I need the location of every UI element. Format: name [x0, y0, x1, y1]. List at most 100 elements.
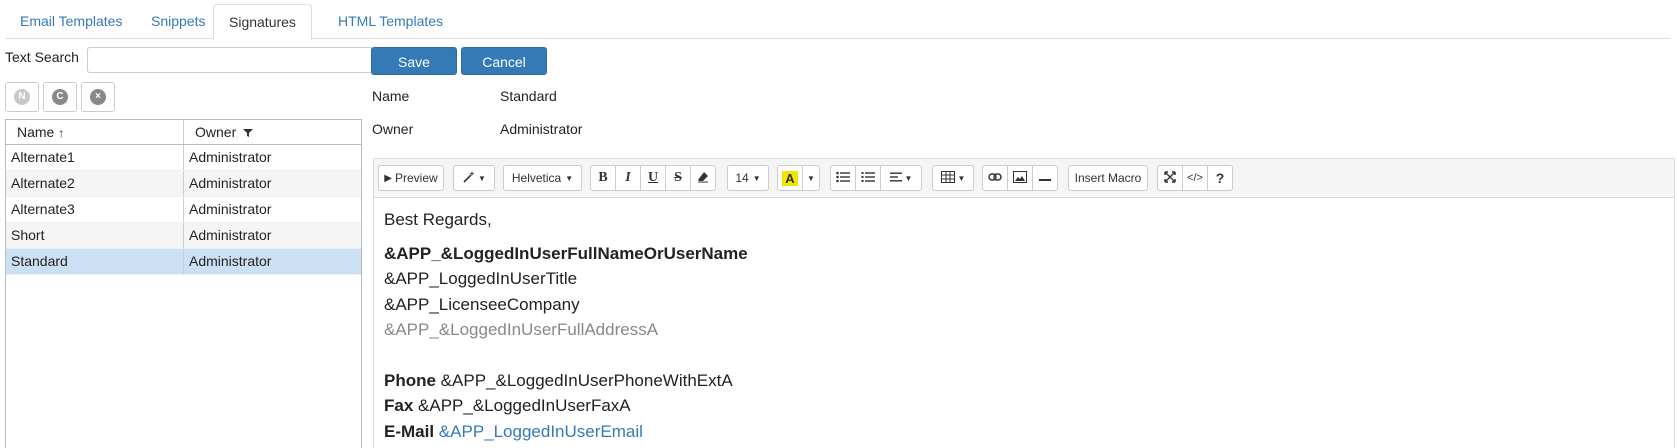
- tab-bar: Email Templates Snippets Signatures HTML…: [5, 0, 1670, 41]
- tab-signatures[interactable]: Signatures: [213, 4, 312, 41]
- table-row[interactable]: Alternate1 Administrator: [6, 145, 361, 171]
- greeting-line: Best Regards,: [384, 210, 492, 229]
- chevron-down-icon: ▼: [752, 173, 761, 183]
- row-name: Short: [6, 223, 184, 248]
- row-owner: Administrator: [189, 149, 272, 165]
- table-row[interactable]: Alternate3 Administrator: [6, 197, 361, 223]
- row-owner: Administrator: [189, 253, 272, 269]
- row-name: Standard: [6, 249, 184, 274]
- copy-button[interactable]: C: [43, 82, 77, 112]
- bullet-list-icon: [836, 171, 850, 186]
- style-dropdown[interactable]: ▼: [453, 165, 495, 191]
- name-value[interactable]: Standard: [500, 88, 557, 104]
- table-row[interactable]: Short Administrator: [6, 223, 361, 249]
- table-icon: [940, 170, 955, 186]
- owner-value[interactable]: Administrator: [500, 121, 582, 137]
- row-owner: Administrator: [189, 201, 272, 217]
- align-left-icon: [889, 171, 902, 185]
- tab-email-templates[interactable]: Email Templates: [5, 4, 137, 38]
- table-row[interactable]: Alternate2 Administrator: [6, 171, 361, 197]
- table-dropdown[interactable]: ▼: [932, 165, 974, 191]
- search-input[interactable]: [87, 47, 373, 73]
- paragraph-align-dropdown[interactable]: ▼: [880, 165, 922, 191]
- email-link[interactable]: &APP_LoggedInUserEmail: [439, 422, 643, 441]
- italic-button[interactable]: I: [615, 165, 641, 191]
- underline-button[interactable]: U: [640, 165, 666, 191]
- magic-wand-icon: [462, 170, 476, 187]
- row-owner: Administrator: [189, 175, 272, 191]
- highlight-color-button[interactable]: A: [777, 165, 803, 191]
- new-icon: N: [14, 89, 30, 105]
- owner-label: Owner: [372, 121, 414, 137]
- play-icon: ▶: [384, 172, 392, 184]
- grid-header: Name ↑ Owner: [6, 120, 361, 145]
- email-label: E-Mail: [384, 421, 435, 441]
- column-name-label: Name: [17, 124, 55, 140]
- font-family-dropdown[interactable]: Helvetica ▼: [503, 165, 582, 191]
- search-label: Text Search: [5, 49, 79, 65]
- new-button[interactable]: N: [5, 82, 39, 112]
- editor-toolbar: ▶ Preview ▼ Helvetica ▼ B I U S 14 ▼ A ▼…: [374, 159, 1674, 198]
- fullscreen-button[interactable]: [1157, 165, 1183, 191]
- email-line: E-Mail &APP_LoggedInUserEmail: [384, 419, 748, 445]
- font-size-dropdown[interactable]: 14 ▼: [727, 165, 769, 191]
- phone-value: &APP_&LoggedInUserPhoneWithExtA: [435, 370, 733, 390]
- strikethrough-button[interactable]: S: [665, 165, 691, 191]
- copy-icon: C: [52, 89, 68, 105]
- row-name: Alternate2: [6, 171, 184, 196]
- chevron-down-icon: ▼: [957, 173, 966, 183]
- unordered-list-button[interactable]: [830, 165, 856, 191]
- ordered-list-button[interactable]: [855, 165, 881, 191]
- row-owner: Administrator: [189, 227, 272, 243]
- image-button[interactable]: [1007, 165, 1033, 191]
- row-name: Alternate3: [6, 197, 184, 222]
- chevron-down-icon: ▼: [904, 173, 913, 183]
- full-name-line: &APP_&LoggedInUserFullNameOrUserName: [384, 243, 748, 263]
- font-family-value: Helvetica: [511, 171, 562, 185]
- chevron-down-icon: ▼: [807, 173, 815, 183]
- column-header-name[interactable]: Name ↑: [6, 120, 184, 144]
- filter-icon[interactable]: [243, 121, 254, 145]
- preview-label: Preview: [395, 171, 438, 185]
- column-header-owner[interactable]: Owner: [184, 120, 361, 144]
- title-line: &APP_LoggedInUserTitle: [384, 269, 578, 288]
- horizontal-rule-icon: [1039, 171, 1051, 185]
- cancel-button[interactable]: Cancel: [461, 47, 547, 75]
- address-line: &APP_&LoggedInUserFullAddressA: [384, 320, 659, 339]
- help-button[interactable]: ?: [1207, 165, 1233, 191]
- numbered-list-icon: [861, 171, 875, 186]
- horizontal-rule-button[interactable]: [1032, 165, 1058, 191]
- phone-label: Phone: [384, 370, 436, 390]
- editor-content[interactable]: Best Regards, &APP_&LoggedInUserFullName…: [384, 207, 748, 444]
- image-icon: [1013, 170, 1027, 186]
- preview-button[interactable]: ▶ Preview: [378, 165, 444, 191]
- company-line: &APP_LicenseeCompany: [384, 294, 580, 314]
- link-icon: [988, 171, 1002, 185]
- fax-line: Fax &APP_&LoggedInUserFaxA: [384, 393, 748, 419]
- color-dropdown[interactable]: ▼: [802, 165, 820, 191]
- signatures-grid: Name ↑ Owner Alternate1 Administrator Al…: [5, 119, 362, 448]
- font-size-value: 14: [735, 171, 749, 185]
- sort-ascending-icon: ↑: [58, 126, 65, 140]
- eraser-button[interactable]: [690, 165, 716, 191]
- fullscreen-icon: [1164, 170, 1176, 186]
- row-name: Alternate1: [6, 145, 184, 170]
- name-label: Name: [372, 88, 410, 104]
- tab-html-templates[interactable]: HTML Templates: [323, 4, 458, 38]
- delete-icon: ×: [90, 89, 106, 105]
- delete-button[interactable]: ×: [81, 82, 115, 112]
- signature-editor: ▶ Preview ▼ Helvetica ▼ B I U S 14 ▼ A ▼…: [373, 158, 1675, 448]
- table-row-selected[interactable]: Standard Administrator: [6, 249, 361, 275]
- column-owner-label: Owner: [195, 124, 237, 140]
- link-button[interactable]: [982, 165, 1008, 191]
- fax-value: &APP_&LoggedInUserFaxA: [413, 396, 631, 415]
- tab-snippets[interactable]: Snippets: [136, 4, 220, 38]
- fax-label: Fax: [384, 396, 414, 415]
- highlight-icon: A: [782, 170, 798, 186]
- save-button[interactable]: Save: [371, 47, 457, 75]
- insert-macro-button[interactable]: Insert Macro: [1068, 165, 1148, 191]
- bold-button[interactable]: B: [590, 165, 616, 191]
- chevron-down-icon: ▼: [478, 173, 486, 183]
- code-view-button[interactable]: </>: [1182, 165, 1208, 191]
- eraser-icon: [697, 171, 709, 186]
